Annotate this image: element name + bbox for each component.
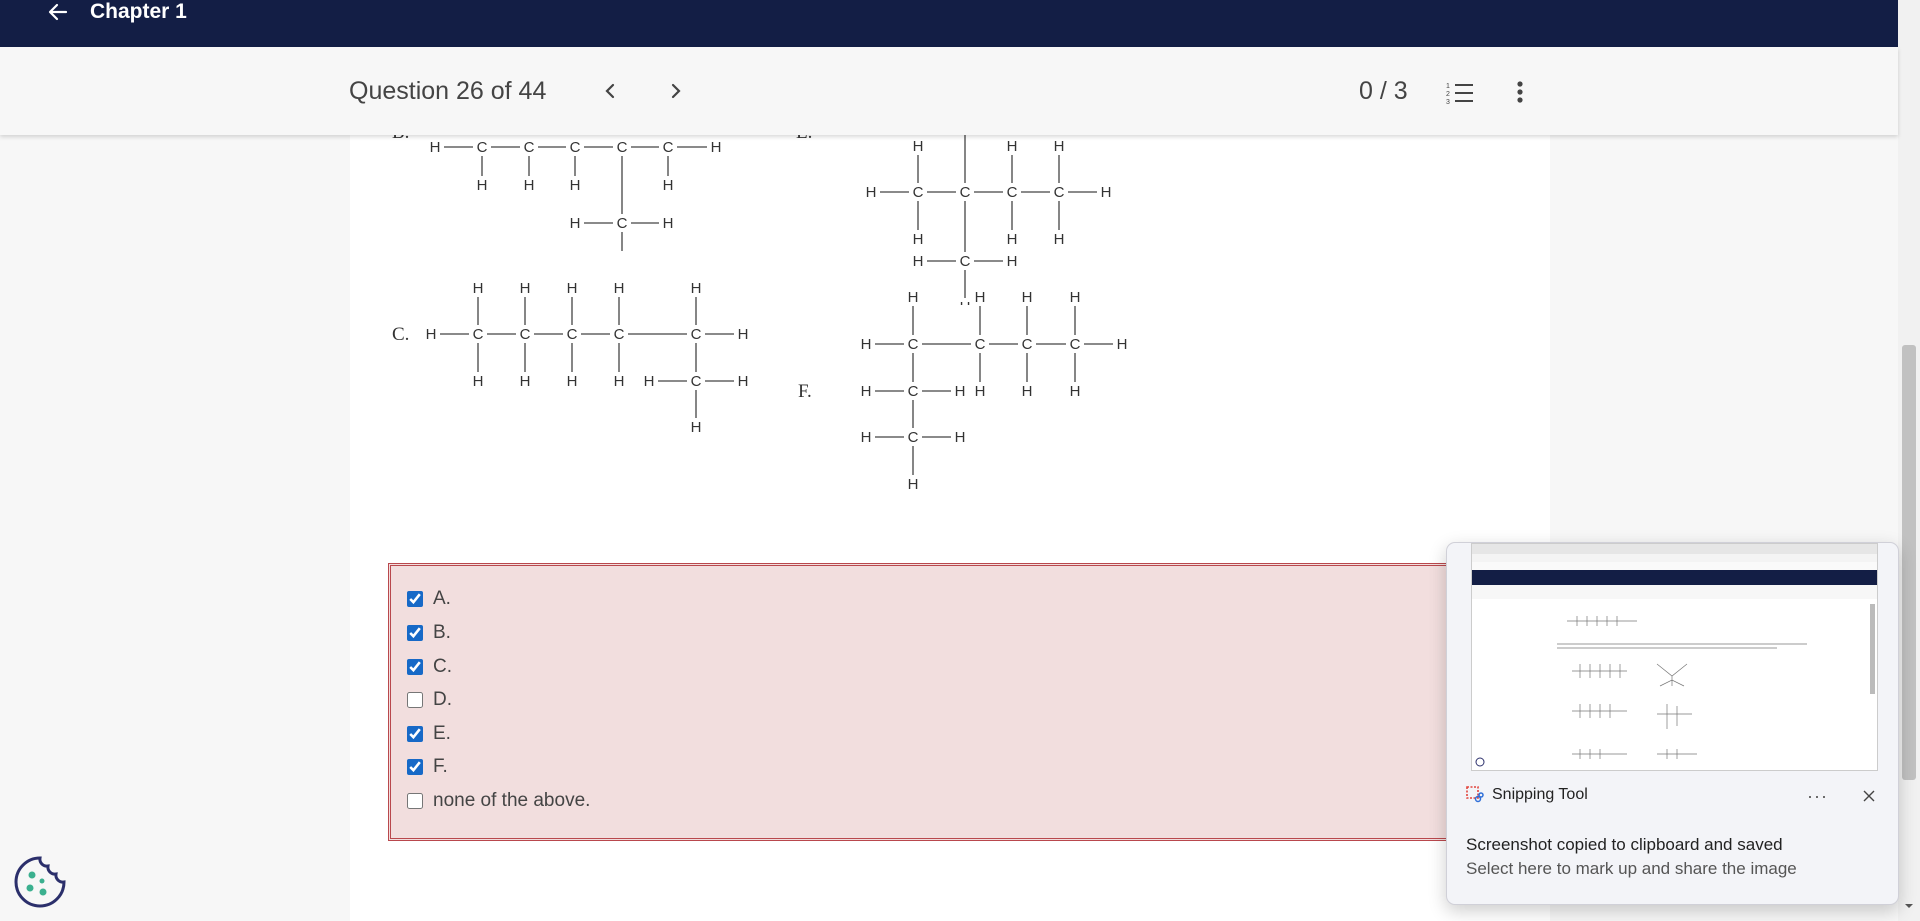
toast-more-button[interactable]: ··· [1807, 786, 1828, 807]
carbon-atom: C [691, 326, 702, 343]
hydrogen-atom: H [955, 429, 966, 446]
hydrogen-atom: H [473, 280, 484, 297]
option-e[interactable]: E. [407, 723, 451, 745]
more-options-button[interactable] [1508, 79, 1532, 107]
back-button[interactable] [46, 0, 70, 24]
cookie-settings-icon[interactable] [13, 855, 67, 909]
hydrogen-atom: H [520, 373, 531, 390]
option-a-checkbox[interactable] [407, 591, 423, 607]
option-none-checkbox[interactable] [407, 793, 423, 809]
hydrogen-atom: H [1022, 383, 1033, 400]
carbon-atom: C [691, 373, 702, 390]
option-c-checkbox[interactable] [407, 659, 423, 675]
hydrogen-atom: H [614, 373, 625, 390]
carbon-atom: C [520, 326, 531, 343]
carbon-atom: C [473, 326, 484, 343]
svg-text:2: 2 [1446, 91, 1450, 98]
option-d-label: D. [433, 689, 452, 710]
numbered-list-icon: 123 [1446, 83, 1473, 106]
option-e-label: E. [433, 723, 451, 744]
option-d[interactable]: D. [407, 689, 452, 711]
structure-f: F. C C C CCCH HH H H HH H H H HH HH [798, 289, 1128, 493]
hydrogen-atom: H [567, 280, 578, 297]
snipping-tool-icon [1466, 786, 1484, 803]
structure-c: C. C C C C C H H H H H H H H H H H H H H C [392, 280, 749, 436]
svg-text:3: 3 [1446, 99, 1450, 106]
hydrogen-atom: H [955, 383, 966, 400]
carbon-atom: C [975, 336, 986, 353]
structure-c-label: C. [392, 324, 409, 345]
hydrogen-atom: H [520, 280, 531, 297]
chevron-right-icon [671, 83, 681, 99]
toast-app-label: Snipping Tool [1492, 786, 1588, 803]
hydrogen-atom: H [614, 280, 625, 297]
carbon-atom: C [908, 383, 919, 400]
previous-question-button[interactable] [598, 77, 622, 105]
snipping-tool-notification[interactable]: Snipping Tool ··· Screenshot copied to c… [1446, 542, 1899, 905]
hydrogen-atom: H [861, 429, 872, 446]
question-nav-bar: Question 26 of 44 0 / 3 123 [0, 47, 1898, 135]
option-a-label: A. [433, 588, 451, 609]
option-f-checkbox[interactable] [407, 759, 423, 775]
arrow-left-icon [48, 3, 68, 21]
hydrogen-atom: H [691, 280, 702, 297]
close-icon[interactable] [1861, 788, 1877, 804]
option-none[interactable]: none of the above. [407, 790, 590, 812]
option-d-checkbox[interactable] [407, 692, 423, 708]
screenshot-thumbnail[interactable] [1471, 543, 1878, 771]
structure-f-label: F. [798, 381, 812, 402]
scrollbar-thumb[interactable] [1902, 345, 1916, 780]
toast-app-name: Snipping Tool [1466, 786, 1588, 804]
hydrogen-atom: H [644, 373, 655, 390]
option-b[interactable]: B. [407, 622, 451, 644]
option-b-checkbox[interactable] [407, 625, 423, 641]
hydrogen-atom: H [1070, 289, 1081, 306]
hydrogen-atom: H [975, 289, 986, 306]
hydrogen-atom: H [738, 326, 749, 343]
score: 0 / 3 [1359, 77, 1408, 105]
toast-title: Screenshot copied to clipboard and saved [1466, 835, 1783, 854]
hydrogen-atom: H [738, 373, 749, 390]
option-c[interactable]: C. [407, 656, 452, 678]
hydrogen-atom: H [1022, 289, 1033, 306]
next-question-button[interactable] [664, 77, 688, 105]
carbon-atom: C [567, 326, 578, 343]
carbon-atom: C [614, 326, 625, 343]
toast-body: Select here to mark up and share the ima… [1466, 859, 1797, 878]
hydrogen-atom: H [426, 326, 437, 343]
hydrogen-atom: H [1070, 383, 1081, 400]
option-c-label: C. [433, 656, 452, 677]
option-a[interactable]: A. [407, 588, 451, 610]
hydrogen-atom: H [861, 383, 872, 400]
question-list-button[interactable]: 123 [1445, 79, 1475, 107]
hydrogen-atom: H [691, 419, 702, 436]
option-f[interactable]: F. [407, 756, 448, 778]
option-f-label: F. [433, 756, 448, 777]
scroll-down-arrow-icon[interactable] [1902, 899, 1916, 913]
carbon-atom: C [908, 429, 919, 446]
hydrogen-atom: H [1117, 336, 1128, 353]
hydrogen-atom: H [975, 383, 986, 400]
hydrogen-atom: H [908, 476, 919, 493]
answer-options: A. B. C. D. E. F. none of the above. [388, 563, 1458, 841]
svg-text:1: 1 [1446, 83, 1450, 90]
carbon-atom: C [1022, 336, 1033, 353]
option-b-label: B. [433, 622, 451, 643]
question-counter: Question 26 of 44 [349, 77, 547, 105]
option-none-label: none of the above. [433, 790, 591, 811]
hydrogen-atom: H [473, 373, 484, 390]
carbon-atom: C [908, 336, 919, 353]
chevron-left-icon [605, 83, 615, 99]
more-vertical-icon [1517, 81, 1523, 103]
hydrogen-atom: H [908, 289, 919, 306]
carbon-atom: C [1070, 336, 1081, 353]
hydrogen-atom: H [567, 373, 578, 390]
top-bar: Chapter 1 [0, 0, 1898, 47]
option-e-checkbox[interactable] [407, 726, 423, 742]
chapter-title: Chapter 1 [90, 0, 187, 23]
hydrogen-atom: H [861, 336, 872, 353]
